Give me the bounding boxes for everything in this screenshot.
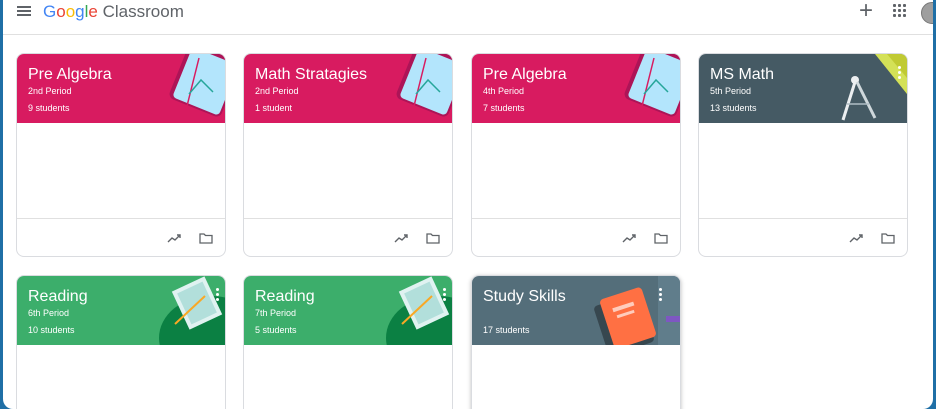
compass-icon [841,54,907,121]
more-options-icon[interactable] [442,288,446,302]
class-card-header[interactable]: Reading 7th Period 5 students [244,276,452,345]
apps-grid-icon[interactable] [893,4,907,18]
app-logo[interactable]: Google Classroom [43,1,184,23]
trending-up-icon[interactable] [167,233,181,243]
class-card-header[interactable]: MS Math 5th Period 13 students [699,54,907,123]
class-card[interactable]: MS Math 5th Period 13 students [698,53,908,257]
class-card-footer [17,218,225,256]
class-card-header[interactable]: Pre Algebra 2nd Period 9 students [17,54,225,123]
student-count: 17 students [483,325,530,335]
folder-icon[interactable] [199,233,213,244]
add-class-plus-icon[interactable]: + [855,0,877,24]
class-title[interactable]: Reading [28,288,88,306]
student-count: 9 students [28,103,70,113]
open-book-icon [386,276,452,345]
folder-icon[interactable] [654,233,668,244]
class-title[interactable]: Pre Algebra [28,66,112,84]
class-card-footer [472,218,680,256]
trending-up-icon[interactable] [394,233,408,243]
class-section: 6th Period [28,308,70,318]
class-card[interactable]: Study Skills 17 students [471,275,681,409]
class-section: 2nd Period [28,86,72,96]
class-title[interactable]: MS Math [710,66,774,84]
student-count: 7 students [483,103,525,113]
math-notebook-icon [169,54,225,117]
class-card[interactable]: Reading 6th Period 10 students [16,275,226,409]
math-notebook-icon [624,54,680,117]
folder-icon[interactable] [881,233,895,244]
app-window: Google Classroom + Pre Algebra 2nd Perio… [3,0,933,409]
student-count: 1 student [255,103,293,113]
class-section: 7th Period [255,308,297,318]
more-options-icon[interactable] [897,66,901,80]
class-card[interactable]: Reading 7th Period 5 students [243,275,453,409]
class-card-header[interactable]: Math Stratagies 2nd Period 1 student [244,54,452,123]
more-options-icon[interactable] [658,288,662,302]
top-bar: Google Classroom + [3,0,933,35]
class-title[interactable]: Study Skills [483,288,566,306]
student-count: 10 students [28,325,75,335]
class-title[interactable]: Math Stratagies [255,66,367,84]
student-count: 5 students [255,325,297,335]
class-card[interactable]: Pre Algebra 4th Period 7 students [471,53,681,257]
menu-icon[interactable] [17,6,31,17]
folder-icon[interactable] [426,233,440,244]
class-card-footer [699,218,907,256]
class-section: 4th Period [483,86,525,96]
account-avatar[interactable] [921,2,933,24]
open-book-icon [159,276,225,345]
trending-up-icon[interactable] [849,233,863,243]
class-title[interactable]: Pre Algebra [483,66,567,84]
class-section: 5th Period [710,86,752,96]
student-count: 13 students [710,103,757,113]
class-card[interactable]: Pre Algebra 2nd Period 9 students [16,53,226,257]
book-icon [594,276,680,345]
class-card-header[interactable]: Study Skills 17 students [472,276,680,345]
class-card-header[interactable]: Pre Algebra 4th Period 7 students [472,54,680,123]
math-notebook-icon [396,54,452,117]
more-options-icon[interactable] [215,288,219,302]
class-card-header[interactable]: Reading 6th Period 10 students [17,276,225,345]
trending-up-icon[interactable] [622,233,636,243]
class-card[interactable]: Math Stratagies 2nd Period 1 student [243,53,453,257]
class-section: 2nd Period [255,86,299,96]
class-card-footer [244,218,452,256]
class-title[interactable]: Reading [255,288,315,306]
